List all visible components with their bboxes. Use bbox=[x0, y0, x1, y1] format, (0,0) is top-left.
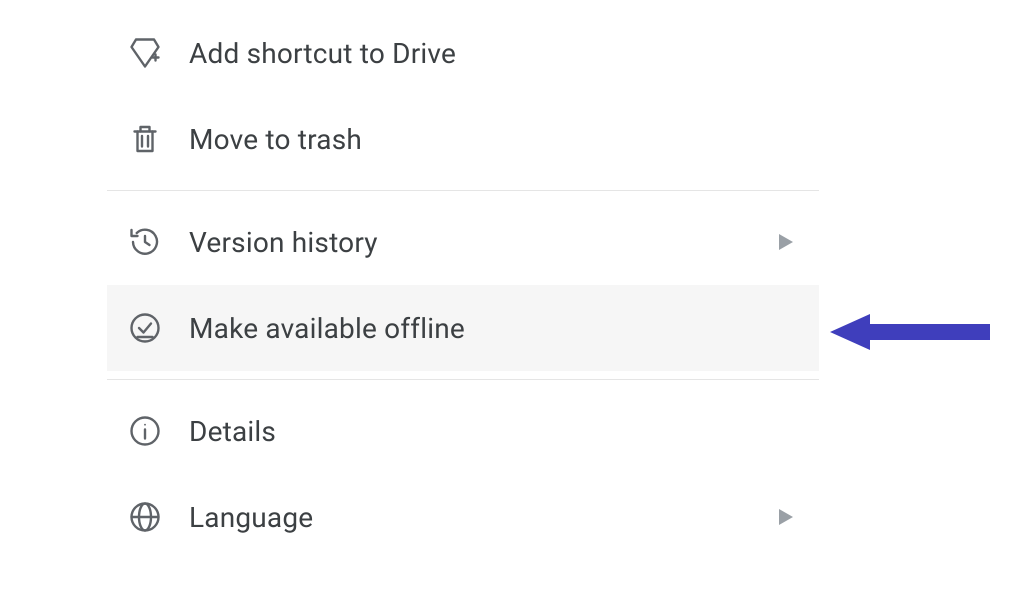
menu-item-label: Details bbox=[189, 415, 799, 448]
menu-item-move-to-trash[interactable]: Move to trash bbox=[107, 96, 819, 182]
globe-icon bbox=[127, 499, 163, 535]
divider bbox=[107, 379, 819, 380]
menu-item-add-shortcut[interactable]: Add shortcut to Drive bbox=[107, 10, 819, 96]
info-icon bbox=[127, 413, 163, 449]
annotation-arrow bbox=[830, 310, 990, 354]
menu-item-make-available-offline[interactable]: Make available offline bbox=[107, 285, 819, 371]
menu-item-version-history[interactable]: Version history bbox=[107, 199, 819, 285]
menu-item-label: Make available offline bbox=[189, 312, 799, 345]
menu-item-label: Version history bbox=[189, 226, 779, 259]
menu-item-details[interactable]: Details bbox=[107, 388, 819, 474]
trash-icon bbox=[127, 121, 163, 157]
menu-item-language[interactable]: Language bbox=[107, 474, 819, 560]
offline-icon bbox=[127, 310, 163, 346]
chevron-right-icon bbox=[779, 234, 793, 250]
menu-item-label: Move to trash bbox=[189, 123, 799, 156]
menu-item-label: Add shortcut to Drive bbox=[189, 37, 799, 70]
history-icon bbox=[127, 224, 163, 260]
divider bbox=[107, 190, 819, 191]
drive-add-icon bbox=[127, 35, 163, 71]
context-menu: Add shortcut to Drive Move to trash Vers… bbox=[107, 10, 819, 560]
chevron-right-icon bbox=[779, 509, 793, 525]
menu-item-label: Language bbox=[189, 501, 779, 534]
